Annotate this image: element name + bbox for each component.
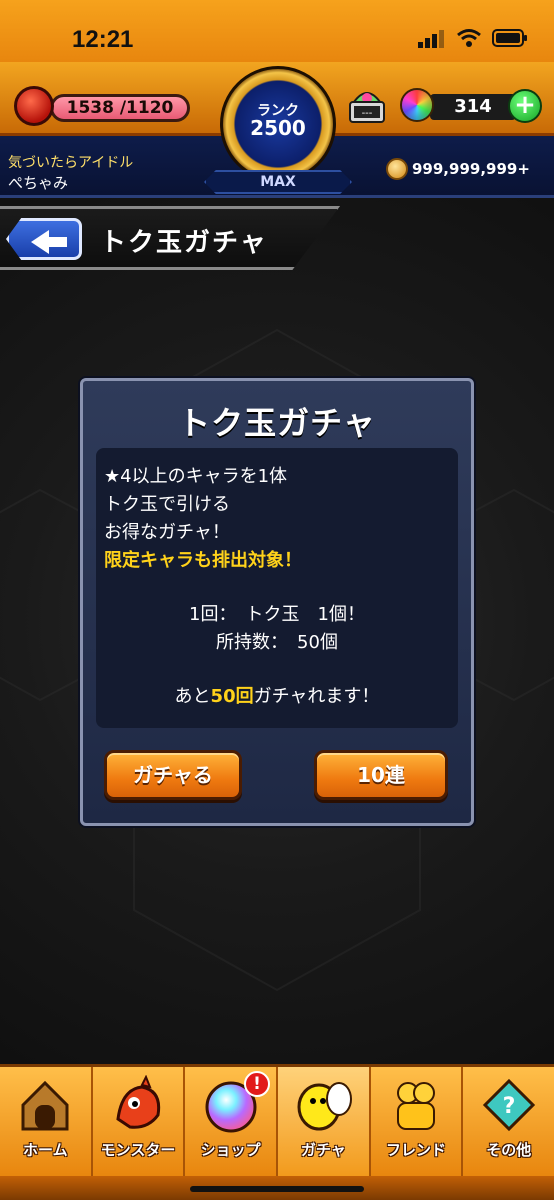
nav-shop[interactable]: ! ショップ [185,1067,279,1176]
orb-count: 314 [430,94,516,120]
ten-gacha-button[interactable]: 10連 [314,750,448,800]
other-icon: ? [482,1078,535,1132]
add-orbs-button[interactable]: + [508,89,542,123]
lamp-icon[interactable]: --- [346,84,388,130]
coin-icon [386,158,408,180]
nav-other[interactable]: ? その他 [463,1067,554,1176]
remaining-count: 50回 [210,686,254,707]
single-gacha-button[interactable]: ガチャる [104,750,242,800]
home-icon [21,1080,69,1131]
remaining-suffix: ガチャれます！ [253,686,380,707]
player-name: ぺちゃみ [8,174,69,192]
back-button[interactable] [6,218,82,260]
orb-icon [400,88,434,122]
nav-gacha[interactable]: ガチャ [278,1067,371,1176]
bottom-nav: ホーム モンスター ! ショップ ガチャ フレンド ? その他 [0,1064,554,1176]
description-line: お得なガチャ！ [104,522,230,543]
nav-label: ショップ [200,1141,261,1159]
page-title: トク玉ガチャ [100,228,268,258]
description-line: トク玉で引ける [104,494,230,515]
svg-text:?: ? [502,1094,515,1119]
owned-line: 所持数： 50個 [216,632,338,653]
status-bar: 12:21 [0,0,554,62]
nav-friend[interactable]: フレンド [370,1067,464,1176]
friend-icon [397,1082,436,1130]
monster-icon [116,1075,161,1129]
remaining-line: あと50回ガチャれます！ [96,682,458,708]
player-title: 気づいたらアイドル [8,155,134,171]
nav-home[interactable]: ホーム [0,1067,93,1176]
dialog-title: トク玉ガチャ [178,404,376,442]
signal-icon [418,30,444,48]
gacha-icon [297,1082,353,1131]
battery-icon [492,29,527,47]
nav-label: ホーム [23,1141,68,1159]
description-line: ★4以上のキャラを1体 [104,466,288,487]
limited-notice: 限定キャラも排出対象！ [104,550,302,571]
nav-monster[interactable]: モンスター [92,1067,186,1176]
status-icons [418,28,528,48]
rank-max-tag: MAX [204,170,352,194]
status-time: 12:21 [72,26,134,53]
svg-text:---: --- [362,108,373,119]
wifi-icon [457,29,481,47]
home-indicator [190,1186,364,1192]
coin-value: 999,999,999+ [412,160,530,178]
nav-label: その他 [486,1141,532,1159]
nav-label: フレンド [386,1141,447,1159]
cost-line: 1回： トク玉 1個！ [189,604,365,625]
nav-label: モンスター [100,1141,176,1159]
nav-label: ガチャ [300,1141,346,1159]
back-arrow-icon [31,230,67,254]
notification-badge: ! [244,1071,271,1097]
remaining-prefix: あと [174,686,211,707]
